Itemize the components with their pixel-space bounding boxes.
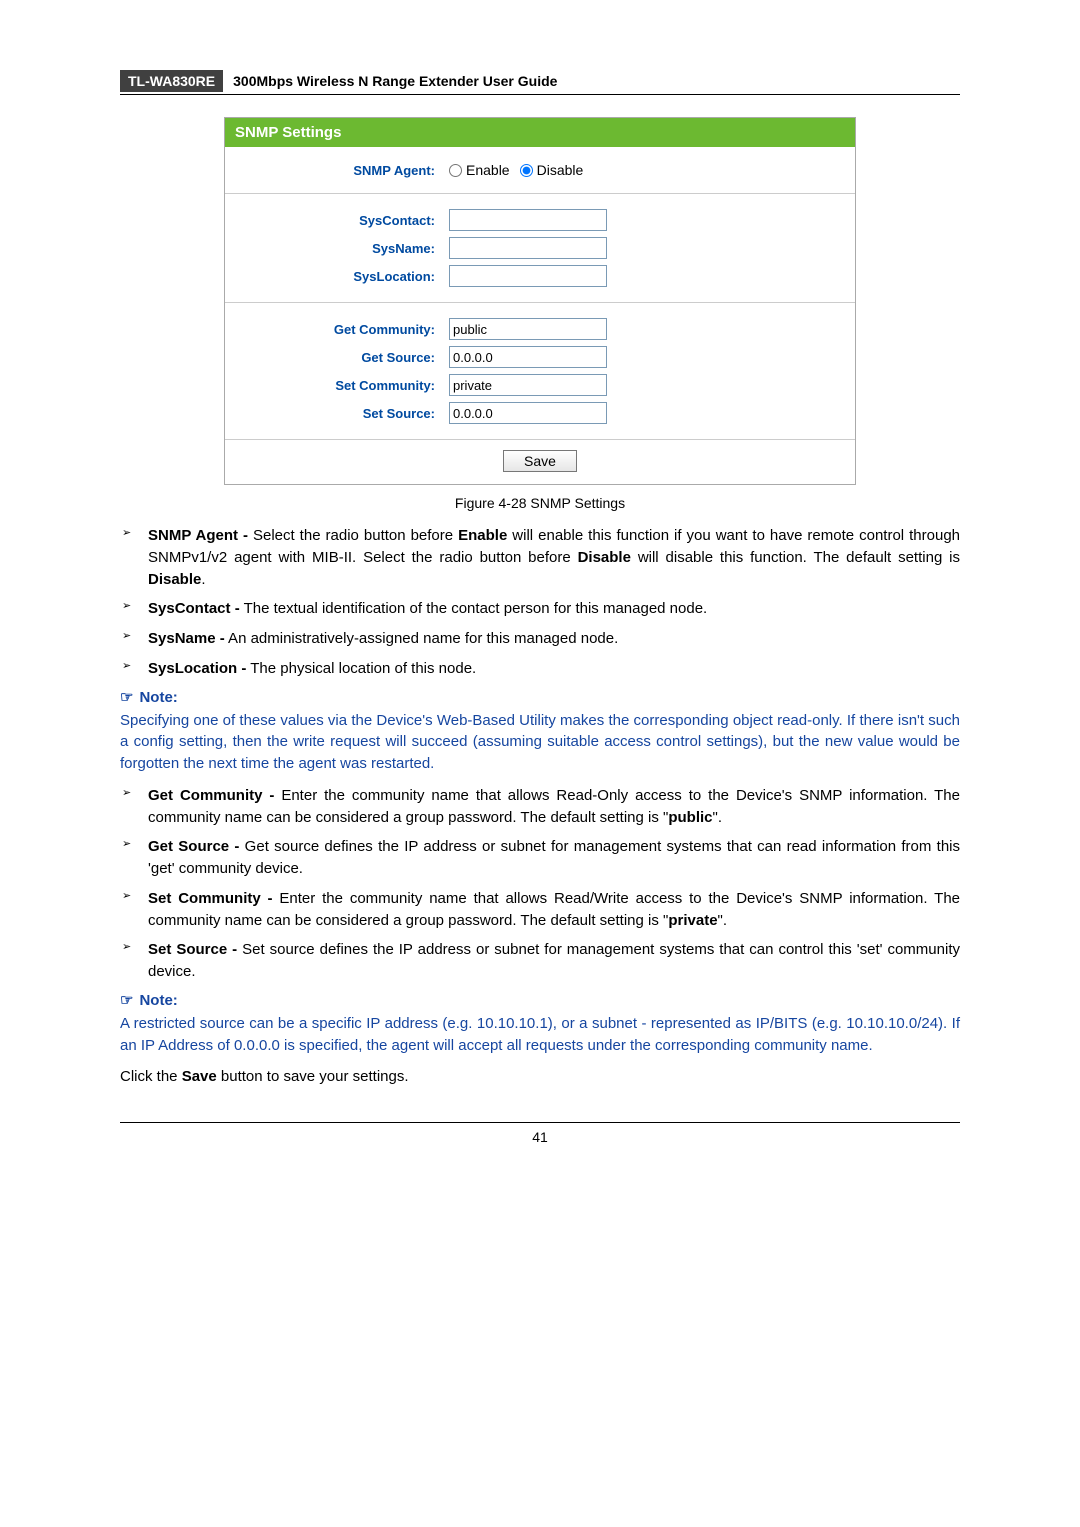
set-community-input[interactable]	[449, 374, 607, 396]
g4-t: Set source defines the IP address or sub…	[148, 941, 960, 980]
bullet-syslocation: SysLocation - The physical location of t…	[120, 658, 960, 680]
set-source-label: Set Source:	[225, 406, 449, 421]
note-body-1: Specifying one of these values via the D…	[120, 710, 960, 775]
syscontact-row: SysContact:	[225, 206, 855, 234]
get-community-input[interactable]	[449, 318, 607, 340]
syscontact-input[interactable]	[449, 209, 607, 231]
get-community-row: Get Community:	[225, 315, 855, 343]
enable-radio[interactable]	[449, 164, 462, 177]
syslocation-row: SysLocation:	[225, 262, 855, 290]
hand-icon: ☞	[120, 992, 133, 1009]
snmp-panel: SNMP Settings SNMP Agent: Enable Disable	[224, 117, 856, 485]
sysname-row: SysName:	[225, 234, 855, 262]
g3-strong: Set Community -	[148, 890, 273, 907]
set-source-input[interactable]	[449, 402, 607, 424]
g1-strong: Get Community -	[148, 787, 274, 804]
set-community-row: Set Community:	[225, 371, 855, 399]
b1-strong4: Disable	[148, 571, 201, 588]
close-a: Click the	[120, 1068, 182, 1085]
get-source-row: Get Source:	[225, 343, 855, 371]
b1-strong2: Enable	[458, 527, 507, 544]
b3-t: An administratively-assigned name for th…	[225, 630, 619, 647]
snmp-agent-row: SNMP Agent: Enable Disable	[225, 159, 855, 181]
note-body-2: A restricted source can be a specific IP…	[120, 1013, 960, 1057]
bullet-set-community: Set Community - Enter the community name…	[120, 888, 960, 932]
b1-strong: SNMP Agent -	[148, 527, 248, 544]
bullet-get-source: Get Source - Get source defines the IP a…	[120, 836, 960, 880]
note-label-2: Note:	[139, 992, 177, 1009]
b3-strong: SysName -	[148, 630, 225, 647]
sysname-input[interactable]	[449, 237, 607, 259]
note-label-1: Note:	[139, 689, 177, 706]
sysname-label: SysName:	[225, 241, 449, 256]
b1-strong3: Disable	[578, 549, 631, 566]
b1-a: Select the radio button before	[248, 527, 458, 544]
snmp-form-body: SNMP Agent: Enable Disable SysContact	[225, 147, 855, 484]
close-c: button to save your settings.	[217, 1068, 409, 1085]
community-section: Get Community: Get Source: Set Community…	[225, 303, 855, 440]
disable-text: Disable	[537, 162, 584, 178]
g1-b: ".	[713, 809, 723, 826]
figure-caption: Figure 4-28 SNMP Settings	[120, 495, 960, 511]
b4-t: The physical location of this node.	[246, 660, 476, 677]
b1-c: will disable this function. The default …	[631, 549, 960, 566]
sys-section: SysContact: SysName: SysLocation:	[225, 194, 855, 303]
enable-text: Enable	[466, 162, 510, 178]
b2-strong: SysContact -	[148, 600, 240, 617]
snmp-panel-title: SNMP Settings	[225, 118, 855, 147]
get-source-input[interactable]	[449, 346, 607, 368]
b2-t: The textual identification of the contac…	[240, 600, 708, 617]
doc-title: 300Mbps Wireless N Range Extender User G…	[233, 73, 557, 89]
set-source-row: Set Source:	[225, 399, 855, 427]
save-row: Save	[225, 440, 855, 484]
syscontact-label: SysContact:	[225, 213, 449, 228]
disable-radio[interactable]	[520, 164, 533, 177]
close-b: Save	[182, 1068, 217, 1085]
get-community-label: Get Community:	[225, 322, 449, 337]
get-source-label: Get Source:	[225, 350, 449, 365]
bullet-list-1: SNMP Agent - Select the radio button bef…	[120, 525, 960, 680]
page-root: TL-WA830RE 300Mbps Wireless N Range Exte…	[0, 0, 1080, 1195]
bullet-snmp-agent: SNMP Agent - Select the radio button bef…	[120, 525, 960, 590]
save-button[interactable]: Save	[503, 450, 577, 472]
snmp-panel-wrap: SNMP Settings SNMP Agent: Enable Disable	[120, 117, 960, 485]
snmp-agent-section: SNMP Agent: Enable Disable	[225, 147, 855, 194]
bullet-set-source: Set Source - Set source defines the IP a…	[120, 939, 960, 983]
model-badge: TL-WA830RE	[120, 70, 223, 92]
bullet-list-2: Get Community - Enter the community name…	[120, 785, 960, 983]
g3-b: ".	[718, 912, 728, 929]
b1-d: .	[201, 571, 205, 588]
disable-radio-label[interactable]: Disable	[520, 162, 584, 178]
enable-radio-label[interactable]: Enable	[449, 162, 510, 178]
g1-strong2: public	[668, 809, 712, 826]
bullet-syscontact: SysContact - The textual identification …	[120, 598, 960, 620]
set-community-label: Set Community:	[225, 378, 449, 393]
note-heading-1: ☞ Note:	[120, 688, 960, 706]
g4-strong: Set Source -	[148, 941, 237, 958]
page-number: 41	[120, 1122, 960, 1145]
doc-header: TL-WA830RE 300Mbps Wireless N Range Exte…	[120, 70, 960, 95]
syslocation-label: SysLocation:	[225, 269, 449, 284]
g2-strong: Get Source -	[148, 838, 239, 855]
g2-t: Get source defines the IP address or sub…	[148, 838, 960, 877]
b4-strong: SysLocation -	[148, 660, 246, 677]
hand-icon: ☞	[120, 689, 133, 706]
g3-strong2: private	[668, 912, 717, 929]
snmp-agent-label: SNMP Agent:	[225, 163, 449, 178]
bullet-sysname: SysName - An administratively-assigned n…	[120, 628, 960, 650]
syslocation-input[interactable]	[449, 265, 607, 287]
bullet-get-community: Get Community - Enter the community name…	[120, 785, 960, 829]
note-heading-2: ☞ Note:	[120, 991, 960, 1009]
closing-paragraph: Click the Save button to save your setti…	[120, 1066, 960, 1088]
